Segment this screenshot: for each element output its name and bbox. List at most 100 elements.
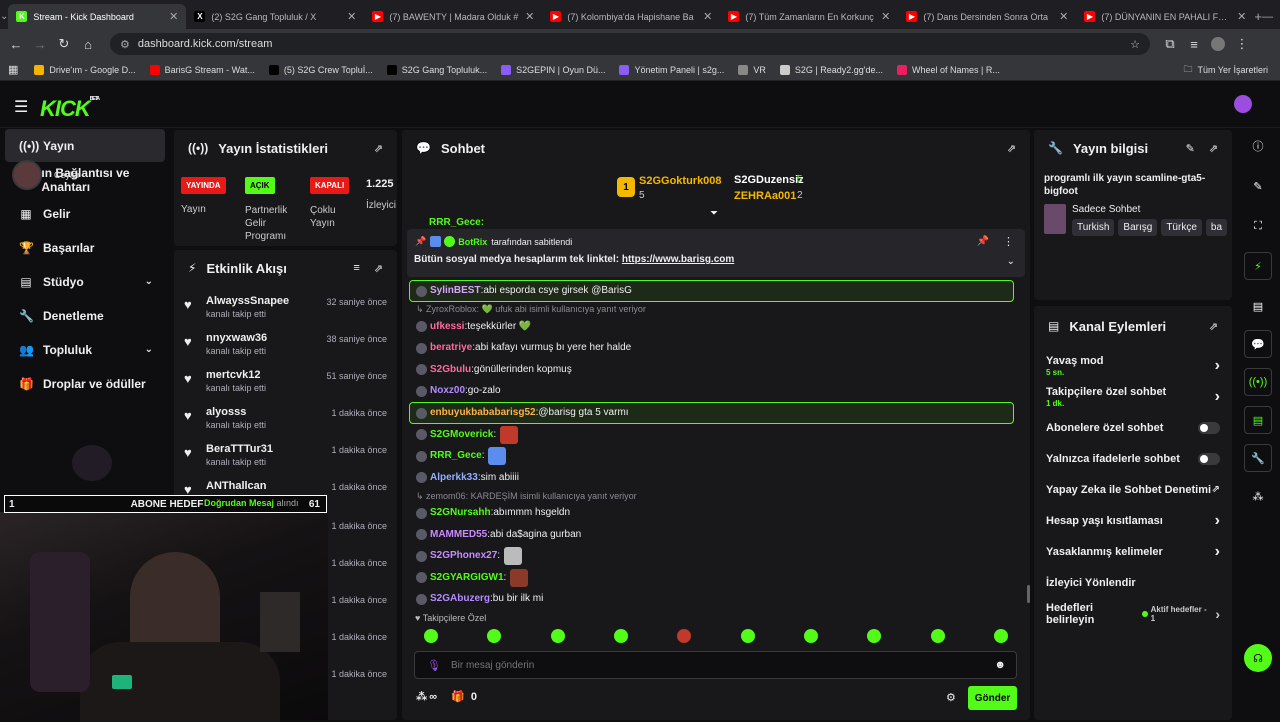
chat-username[interactable]: S2GNursahh bbox=[430, 506, 491, 520]
bookmark-item[interactable]: BarisG Stream - Wat... bbox=[149, 64, 255, 75]
chat-username[interactable]: SylinBEST bbox=[430, 284, 481, 298]
url-field[interactable]: ⚙ dashboard.kick.com/stream ☆ bbox=[110, 33, 1150, 55]
tab-close-icon[interactable]: ✕ bbox=[703, 10, 712, 23]
emote-icon[interactable] bbox=[867, 629, 882, 643]
channel-action-item[interactable]: Yavaş mod 5 sn. › bbox=[1034, 350, 1232, 381]
bookmark-item[interactable]: (5) S2G Crew Topluİ... bbox=[268, 64, 373, 75]
browser-menu-icon[interactable]: ⋮ bbox=[1230, 33, 1254, 55]
quick-action-icon[interactable]: ⚡ bbox=[1244, 252, 1272, 280]
emote-icon[interactable] bbox=[550, 629, 565, 643]
gift-icon[interactable]: 🎁 bbox=[451, 690, 465, 703]
nav-item-7[interactable]: 🎁 Droplar ve ödüller bbox=[5, 367, 165, 400]
popout-icon[interactable]: ⇗ bbox=[1007, 142, 1016, 155]
emote-icon[interactable] bbox=[613, 629, 628, 643]
popout-icon[interactable]: ⇗ bbox=[1209, 320, 1218, 333]
channel-action-item[interactable]: Yalnızca ifadelerle sohbet bbox=[1034, 443, 1232, 474]
stream-tag[interactable]: ba bbox=[1205, 219, 1228, 236]
send-button[interactable]: Gönder bbox=[968, 686, 1017, 710]
edit-icon[interactable]: ✎ bbox=[1244, 172, 1272, 200]
support-icon[interactable]: ☊ bbox=[1244, 644, 1272, 672]
emote-icon[interactable] bbox=[487, 629, 502, 643]
chevron-right-icon[interactable]: › bbox=[1215, 388, 1220, 406]
fullscreen-icon[interactable]: ⛶ bbox=[1244, 212, 1272, 240]
user-avatar[interactable] bbox=[1234, 95, 1252, 113]
chat-username[interactable]: S2Gbulu bbox=[430, 363, 471, 377]
category-label[interactable]: Sadece Sohbet bbox=[1072, 204, 1231, 215]
chat-settings-icon[interactable]: ⚙ bbox=[946, 691, 956, 704]
chat-icon[interactable]: 💬 bbox=[1244, 330, 1272, 358]
tab-close-icon[interactable]: ✕ bbox=[169, 10, 178, 23]
external-link-icon[interactable]: ⇗ bbox=[1212, 484, 1220, 495]
home-button[interactable]: ⌂ bbox=[76, 33, 100, 55]
browser-tab[interactable]: ▶ (7) Tüm Zamanların En Korkunç ✕ bbox=[720, 4, 898, 29]
channel-action-item[interactable]: Hedefleri belirleyin Aktif hedefler - 1 › bbox=[1034, 598, 1232, 629]
toggle-switch[interactable] bbox=[1198, 452, 1220, 465]
chat-username[interactable]: RRR_Gece bbox=[430, 449, 482, 463]
channel-action-item[interactable]: Yapay Zeka ile Sohbet Denetimi ⇗ bbox=[1034, 474, 1232, 505]
channel-action-item[interactable]: İzleyici Yönlendir bbox=[1034, 567, 1232, 598]
unpin-icon[interactable]: 📌 bbox=[977, 236, 989, 247]
reload-button[interactable]: ↻ bbox=[52, 33, 76, 55]
activity-user[interactable]: alyosss bbox=[206, 406, 266, 418]
collapse-chevron-icon[interactable]: ⌄ bbox=[1007, 256, 1015, 267]
browser-tab[interactable]: K Stream - Kick Dashboard ✕ bbox=[8, 4, 187, 29]
nav-item-4[interactable]: ▤ Stüdyo ⌄ bbox=[5, 265, 165, 298]
emote-icon[interactable] bbox=[803, 629, 818, 643]
browser-tab[interactable]: ▶ (7) DÜNYANIN EN PAHALI FELA ✕ bbox=[1076, 4, 1254, 29]
bookmark-item[interactable]: VR bbox=[738, 64, 766, 75]
emote-icon[interactable] bbox=[993, 629, 1008, 643]
chat-username[interactable]: S2GAbuzerg bbox=[430, 592, 490, 606]
bookmark-item[interactable]: Wheel of Names | R... bbox=[897, 64, 1000, 75]
browser-tab[interactable]: X (2) S2G Gang Topluluk / X ✕ bbox=[186, 4, 364, 29]
activity-user[interactable]: AlwayssSnapee bbox=[206, 295, 289, 307]
clipboard-icon[interactable]: ▤ bbox=[1244, 292, 1272, 320]
tab-close-icon[interactable]: ✕ bbox=[347, 10, 356, 23]
chat-username[interactable]: Noxz00 bbox=[430, 384, 465, 398]
channel-action-item[interactable]: Abonelere özel sohbet bbox=[1034, 412, 1232, 443]
activity-user[interactable]: nnyxwaw36 bbox=[206, 332, 267, 344]
top-user-2[interactable]: S2GDuzensiz bbox=[734, 174, 804, 186]
pinned-by[interactable]: BotRix bbox=[458, 237, 487, 247]
emote-icon[interactable] bbox=[677, 629, 692, 643]
browser-tab[interactable]: ▶ (7) BAWENTY | Madara Olduk # ✕ bbox=[364, 4, 542, 29]
tab-close-icon[interactable]: ✕ bbox=[1059, 10, 1068, 23]
chat-input-field[interactable] bbox=[450, 659, 971, 671]
points-icon[interactable]: ⁂ bbox=[416, 690, 427, 703]
pinned-link[interactable]: https://www.barisg.com bbox=[622, 254, 734, 265]
chevron-right-icon[interactable]: › bbox=[1215, 606, 1220, 622]
chat-username[interactable]: beratriye bbox=[430, 341, 472, 355]
forward-button[interactable]: → bbox=[28, 33, 52, 55]
minimize-button[interactable]: — bbox=[1262, 11, 1273, 23]
chevron-right-icon[interactable]: › bbox=[1215, 543, 1220, 561]
media-icon[interactable]: ≡ bbox=[1182, 33, 1206, 55]
edit-icon[interactable]: ✎ bbox=[1186, 142, 1195, 155]
bookmark-star-icon[interactable]: ☆ bbox=[1130, 38, 1140, 51]
filter-chevron-icon[interactable]: ⏷ bbox=[710, 208, 718, 219]
site-info-icon[interactable]: ⚙ bbox=[120, 38, 130, 51]
popout-icon[interactable]: ⇗ bbox=[1209, 142, 1218, 155]
chat-username[interactable]: enbuyukbababarisg52 bbox=[430, 406, 536, 420]
activity-user[interactable]: ANThallcan bbox=[206, 480, 267, 492]
chevron-down-icon[interactable]: ⌄ bbox=[145, 276, 153, 287]
nav-item-0[interactable]: ((•)) Yayın bbox=[5, 129, 165, 162]
chevron-down-icon[interactable]: ⌄ bbox=[145, 344, 153, 355]
channel-action-item[interactable]: Yasaklanmış kelimeler › bbox=[1034, 536, 1232, 567]
filter-icon[interactable]: ≡ bbox=[353, 262, 359, 274]
layout-icon[interactable]: ▤ bbox=[1244, 406, 1272, 434]
chat-username[interactable]: Alperkk33 bbox=[430, 471, 478, 485]
tab-search-button[interactable]: ⌄ bbox=[0, 4, 8, 29]
channel-action-item[interactable]: Takipçilere özel sohbet 1 dk. › bbox=[1034, 381, 1232, 412]
browser-tab[interactable]: ▶ (7) Kolombiya'da Hapishane Ba ✕ bbox=[542, 4, 720, 29]
bookmark-item[interactable]: Yönetim Paneli | s2g... bbox=[619, 64, 724, 75]
more-options-icon[interactable]: ⋮ bbox=[1003, 235, 1014, 248]
kick-logo[interactable]: KICKBETA bbox=[40, 96, 100, 122]
extensions-icon[interactable]: ⧉ bbox=[1158, 33, 1182, 55]
bookmark-item[interactable]: Drive'ım - Google D... bbox=[34, 64, 136, 75]
chat-input[interactable]: 🎙 ☻ bbox=[414, 651, 1017, 679]
top-user-3[interactable]: ZEHRAa001 bbox=[734, 190, 796, 202]
chat-username[interactable]: S2GMoverick bbox=[430, 428, 493, 442]
nav-item-2[interactable]: ▦ Gelir bbox=[5, 197, 165, 230]
bookmark-item[interactable]: S2G Gang Topluluk... bbox=[386, 64, 487, 75]
tab-close-icon[interactable]: ✕ bbox=[525, 10, 534, 23]
stream-tag[interactable]: Turkish bbox=[1072, 219, 1115, 236]
